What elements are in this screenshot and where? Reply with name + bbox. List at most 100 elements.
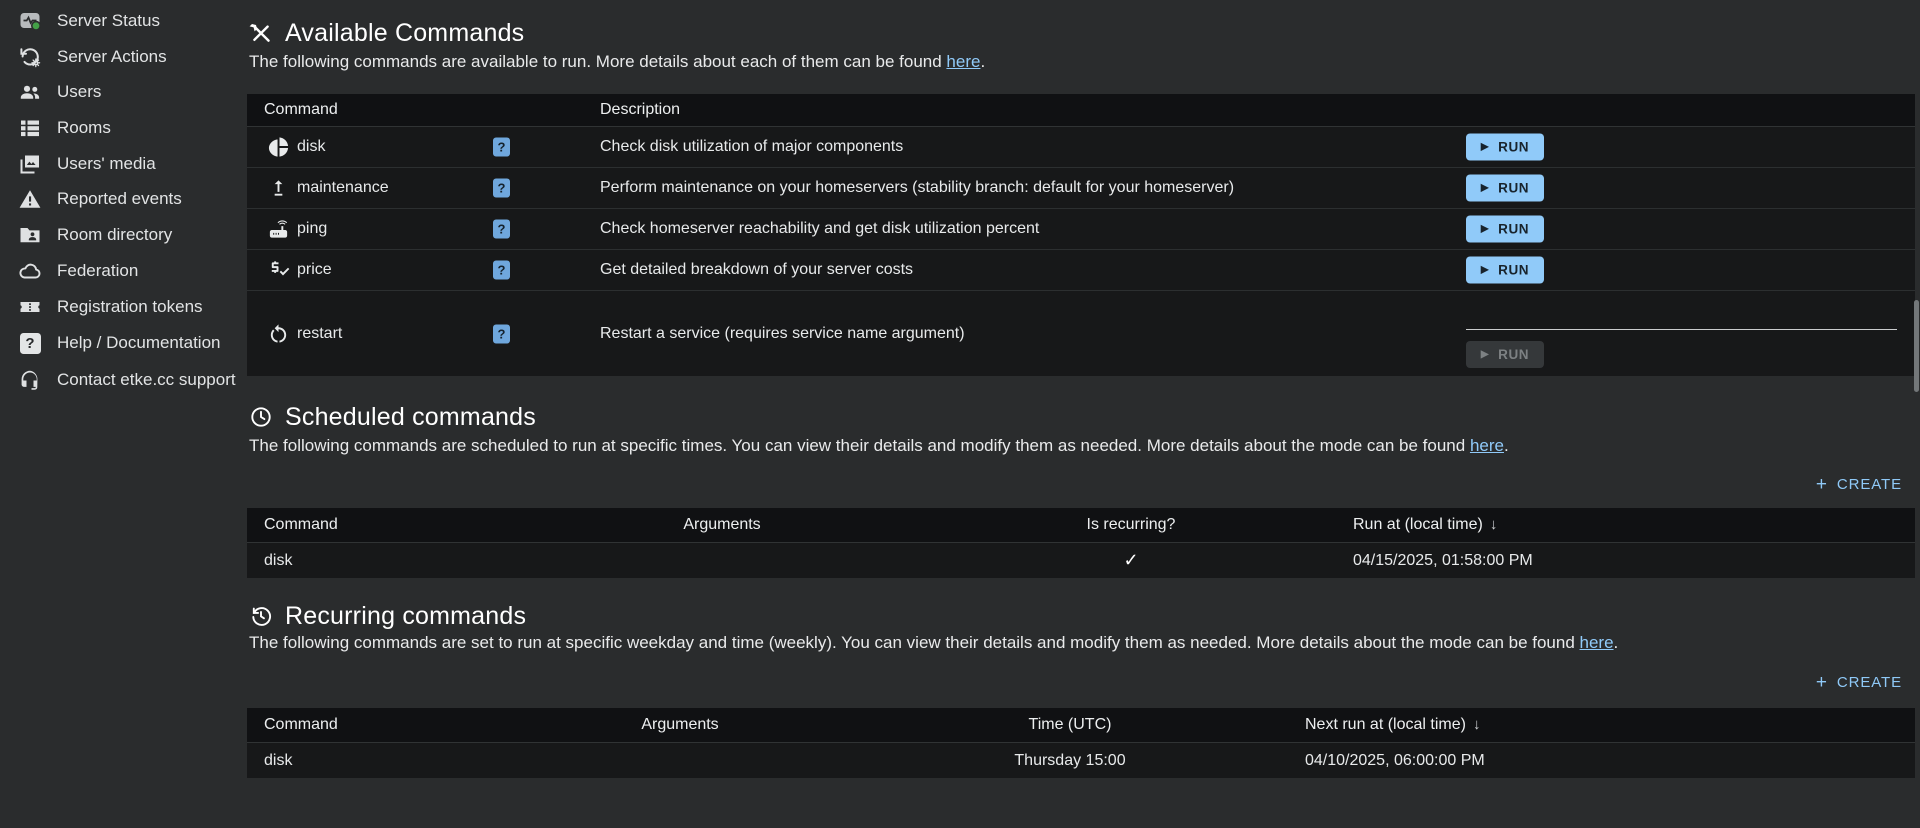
sidebar-label: Users	[57, 82, 101, 102]
scheduled-commands-title: Scheduled commands	[249, 400, 536, 434]
scrollbar-thumb[interactable]	[1914, 300, 1919, 392]
table-row-disk: disk ? Check disk utilization of major c…	[247, 127, 1915, 168]
sidebar-label: Room directory	[57, 225, 172, 245]
restart-argument-input[interactable]	[1466, 298, 1897, 330]
available-details-link[interactable]: here	[946, 52, 980, 71]
intro-period: .	[1614, 633, 1619, 652]
column-header-time-utc: Time (UTC)	[840, 716, 1300, 734]
play-icon: ▶	[1481, 183, 1489, 193]
column-header-is-recurring: Is recurring?	[914, 516, 1348, 534]
create-scheduled-button[interactable]: + CREATE	[1816, 475, 1902, 494]
help-badge[interactable]: ?	[493, 138, 510, 157]
column-header-arguments: Arguments	[530, 516, 914, 534]
intro-period: .	[980, 52, 985, 71]
sidebar-label: Registration tokens	[57, 297, 203, 317]
play-icon: ▶	[1481, 265, 1489, 275]
run-disk-button[interactable]: ▶RUN	[1466, 134, 1544, 161]
help-badge[interactable]: ?	[493, 261, 510, 280]
cell-command: disk	[247, 552, 530, 570]
run-ping-button[interactable]: ▶RUN	[1466, 216, 1544, 243]
help-badge[interactable]: ?	[493, 220, 510, 239]
scheduled-details-link[interactable]: here	[1470, 436, 1504, 455]
column-header-run-at[interactable]: Run at (local time)↓	[1348, 516, 1915, 534]
clock-icon	[249, 405, 273, 429]
table-row[interactable]: disk Thursday 15:00 04/10/2025, 06:00:00…	[247, 743, 1915, 778]
command-name: price	[297, 261, 332, 279]
play-icon: ▶	[1481, 224, 1489, 234]
column-header-description: Description	[600, 101, 680, 119]
table-header-row: Command Description	[247, 94, 1915, 127]
sidebar-item-server-status[interactable]: Server Status	[0, 3, 237, 39]
scheduled-intro: The following commands are scheduled to …	[249, 436, 1509, 456]
section-title-text: Recurring commands	[285, 602, 526, 631]
play-icon: ▶	[1481, 350, 1489, 360]
column-header-next-run-at[interactable]: Next run at (local time)↓	[1300, 716, 1915, 734]
tools-icon	[249, 21, 273, 45]
create-recurring-button[interactable]: + CREATE	[1816, 673, 1902, 692]
sidebar-item-federation[interactable]: Federation	[0, 253, 237, 289]
command-description: Check disk utilization of major componen…	[600, 138, 903, 156]
cell-time-utc: Thursday 15:00	[840, 752, 1300, 770]
sidebar-item-server-actions[interactable]: Server Actions	[0, 39, 237, 75]
sidebar-item-rooms[interactable]: Rooms	[0, 110, 237, 146]
cell-run-at: 04/15/2025, 01:58:00 PM	[1348, 552, 1915, 570]
sidebar-item-users[interactable]: Users	[0, 74, 237, 110]
column-header-command: Command	[247, 516, 530, 534]
run-restart-button[interactable]: ▶RUN	[1466, 341, 1544, 368]
sidebar-item-registration-tokens[interactable]: Registration tokens	[0, 289, 237, 325]
sidebar-item-contact-support[interactable]: Contact etke.cc support	[0, 362, 237, 398]
sidebar-item-help-documentation[interactable]: ? Help / Documentation	[0, 325, 237, 361]
run-maintenance-button[interactable]: ▶RUN	[1466, 175, 1544, 202]
table-row-price: price ? Get detailed breakdown of your s…	[247, 250, 1915, 291]
router-icon	[267, 218, 290, 241]
command-description: Check homeserver reachability and get di…	[600, 220, 1039, 238]
sidebar-item-users-media[interactable]: Users' media	[0, 146, 237, 182]
help-icon: ?	[18, 331, 42, 355]
recurring-intro: The following commands are set to run at…	[249, 633, 1618, 653]
pie-chart-icon	[267, 136, 290, 159]
sidebar-label: Reported events	[57, 189, 182, 209]
sidebar-label: Contact etke.cc support	[57, 370, 236, 390]
price-check-icon	[267, 259, 290, 282]
help-badge[interactable]: ?	[493, 324, 510, 343]
ticket-icon	[18, 295, 42, 319]
server-actions-icon	[18, 45, 42, 69]
command-description: Get detailed breakdown of your server co…	[600, 261, 913, 279]
column-header-arguments: Arguments	[520, 716, 840, 734]
users-icon	[18, 80, 42, 104]
play-icon: ▶	[1481, 142, 1489, 152]
folder-shared-icon	[18, 223, 42, 247]
recurring-commands-table: Command Arguments Time (UTC) Next run at…	[247, 708, 1915, 778]
sort-desc-icon: ↓	[1490, 516, 1498, 533]
sidebar-label: Users' media	[57, 154, 156, 174]
table-header-row: Command Arguments Is recurring? Run at (…	[247, 508, 1915, 543]
column-header-command: Command	[247, 716, 520, 734]
cell-command: disk	[247, 752, 520, 770]
table-row[interactable]: disk ✓ 04/15/2025, 01:58:00 PM	[247, 543, 1915, 578]
admin-panel: Server Status Server Actions Users Rooms	[0, 0, 1920, 828]
available-commands-title: Available Commands	[249, 16, 524, 50]
restart-icon	[267, 322, 290, 345]
upgrade-icon	[267, 177, 290, 200]
help-badge[interactable]: ?	[493, 179, 510, 198]
plus-icon: +	[1816, 673, 1828, 692]
sidebar-item-reported-events[interactable]: Reported events	[0, 181, 237, 217]
available-intro: The following commands are available to …	[249, 52, 985, 72]
table-row-ping: ping ? Check homeserver reachability and…	[247, 209, 1915, 250]
recurring-details-link[interactable]: here	[1580, 633, 1614, 652]
command-name: disk	[297, 138, 325, 156]
available-commands-table: Command Description disk ? Check disk ut…	[247, 94, 1915, 376]
table-row-restart: restart ? Restart a service (requires se…	[247, 291, 1915, 376]
table-row-maintenance: maintenance ? Perform maintenance on you…	[247, 168, 1915, 209]
sidebar-item-room-directory[interactable]: Room directory	[0, 217, 237, 253]
recurring-commands-title: Recurring commands	[249, 599, 526, 633]
sidebar-label: Server Actions	[57, 47, 167, 67]
sidebar: Server Status Server Actions Users Rooms	[0, 0, 237, 828]
section-title-text: Scheduled commands	[285, 403, 536, 432]
section-title-text: Available Commands	[285, 19, 524, 48]
media-photo-icon	[18, 152, 42, 176]
warning-icon	[18, 187, 42, 211]
sidebar-label: Help / Documentation	[57, 333, 220, 353]
sort-desc-icon: ↓	[1473, 716, 1481, 733]
run-price-button[interactable]: ▶RUN	[1466, 257, 1544, 284]
